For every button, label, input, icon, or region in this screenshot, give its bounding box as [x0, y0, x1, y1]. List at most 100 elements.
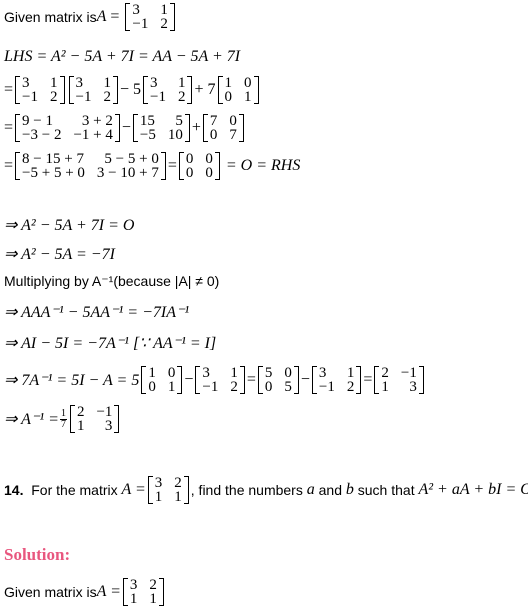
operator: − [300, 371, 310, 388]
cell: 0 [148, 379, 156, 395]
cell: 2 [103, 89, 111, 105]
operator: + 7 [194, 81, 216, 98]
cell: 3 − 10 + 7 [96, 165, 159, 181]
cell: 2 [50, 89, 58, 105]
cell: 1 [148, 365, 156, 381]
cell: 3 [154, 475, 163, 491]
matrix: 50 05 [257, 365, 299, 395]
cell: 10 [167, 127, 183, 143]
matrix: 8 − 15 + 7 5 − 5 + 0 −5 + 5 + 0 3 − 10 + 7 [15, 151, 166, 181]
solution-heading: Solution: [4, 545, 71, 564]
equals: = [4, 81, 14, 98]
matrix: 3 1 −1 2 [143, 75, 193, 105]
cell: 0 [284, 365, 292, 381]
equals: = [246, 371, 256, 388]
cell: 0 [185, 151, 194, 167]
cell: 0 [205, 165, 213, 181]
multiplying-line: Multiplying by A⁻¹(because |A| ≠ 0) [4, 273, 220, 289]
operator: − 5 [119, 81, 141, 98]
equals: = [363, 371, 373, 388]
cell: −1 [75, 89, 92, 105]
question-text: such that [357, 482, 415, 498]
matrix: 2 −1 1 3 [69, 404, 120, 434]
cell: −1 [132, 16, 149, 32]
var-b: b [345, 481, 354, 498]
question-text: , find the numbers [190, 482, 303, 498]
cell: −1 [400, 365, 417, 381]
cell: −5 [139, 127, 156, 143]
cell: 1 [103, 75, 111, 91]
matrix: 10 01 [141, 365, 183, 395]
cell: 2 [76, 404, 85, 420]
cell: 0 [185, 165, 194, 181]
given-text: Given matrix is [4, 9, 97, 25]
cell: 3 [22, 75, 30, 91]
cell: 1 [154, 489, 163, 505]
cell: 1 [230, 365, 238, 381]
var-a: a [306, 481, 315, 498]
implication-1: ⇒ A² − 5A + 7I = O [4, 217, 135, 234]
equals: = [4, 119, 14, 136]
equals: = [110, 8, 120, 25]
matrix-var: A = [121, 481, 146, 498]
operator: − [121, 119, 131, 136]
equals: = [167, 157, 177, 174]
matrix-a: 3 1 −1 2 [125, 2, 175, 32]
cell: −1 [22, 89, 38, 105]
cell: 1 [167, 379, 176, 395]
cell: 2 [149, 577, 157, 593]
step-5: ⇒ A⁻¹ = 1 7 2 −1 1 3 [4, 404, 121, 434]
cell: 0 [264, 379, 273, 395]
step-4: ⇒ 7A⁻¹ = 5I − A = 5 10 01 − 31 −1 2 = 50 … [4, 365, 426, 395]
step-2: = 9 − 1 3 + 2 −3 − 2 −1 + 4 − 15 5 −5 10 + 7… [4, 113, 246, 143]
cell: 5 − 5 + 0 [104, 151, 159, 167]
cell: 1 [174, 489, 182, 505]
matrix: 3 1 −1 2 [195, 365, 245, 395]
cell: 3 [129, 577, 138, 593]
cell: 2 [381, 365, 389, 381]
cell: 3 [104, 418, 113, 434]
cell: 1 [177, 75, 186, 91]
cell: 9 − 1 [22, 113, 53, 129]
numerator: 1 [59, 407, 67, 420]
cell: 1 [76, 418, 85, 434]
matrix-var: A = [96, 583, 121, 600]
matrix: 32 11 [122, 577, 164, 607]
given-matrix-line: Given matrix is A = 3 1 −1 2 [4, 2, 177, 32]
implication-4: ⇒ AI − 5I = −7A⁻¹ [∵ AA⁻¹ = I] [4, 335, 217, 352]
cell: 0 [224, 89, 233, 105]
cell: 2 [230, 379, 238, 395]
cell: 5 [284, 379, 292, 395]
cell: 1 [381, 379, 389, 395]
matrix: 15 5 −5 10 [132, 113, 190, 143]
question-number: 14. [4, 482, 24, 498]
cell: −1 [150, 89, 166, 105]
cell: 5 [175, 113, 183, 129]
cell: −3 − 2 [22, 127, 62, 143]
cell: 3 + 2 [81, 113, 113, 129]
cell: 1 [160, 2, 168, 18]
question-14: 14. For the matrix A = 32 11 , find the … [4, 475, 528, 505]
cell: 1 [129, 591, 138, 607]
cell: −1 [202, 379, 219, 395]
cell: 2 [174, 475, 182, 491]
cell: 3 [202, 365, 210, 381]
equation: A² + aA + bI = O. [418, 481, 528, 498]
matrix: 3 1 −1 2 [15, 75, 65, 105]
cell: 3 [409, 379, 417, 395]
matrix: 10 01 [217, 76, 259, 105]
matrix: 3 1 −1 2 [68, 75, 118, 105]
cell: 3 [150, 75, 158, 91]
matrix: 2 −1 1 3 [374, 365, 424, 395]
operator: − [184, 371, 194, 388]
operator: + [191, 119, 201, 136]
cell: 2 [346, 379, 355, 395]
cell: 2 [177, 89, 186, 105]
lhs-line: LHS = A² − 5A + 7I = AA − 5A + 7I [4, 48, 241, 65]
cell: 1 [149, 591, 157, 607]
cell: −1 [318, 379, 335, 395]
cell: 0 [229, 113, 237, 129]
matrix: 00 00 [178, 151, 220, 181]
given-matrix-line-2: Given matrix is A = 32 11 [4, 577, 166, 607]
cell: 7 [209, 113, 218, 129]
